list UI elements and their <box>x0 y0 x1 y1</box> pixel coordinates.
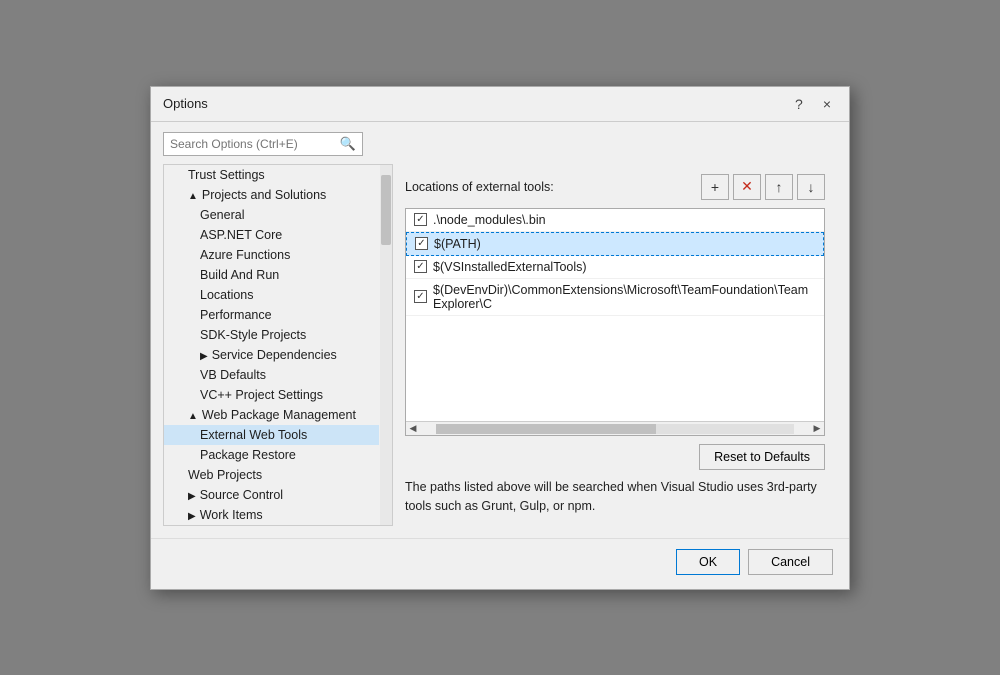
sidebar-item-work-items[interactable]: ▶ Work Items <box>164 505 379 525</box>
list-item-label: $(PATH) <box>434 237 481 251</box>
move-down-button[interactable]: ↓ <box>797 174 825 200</box>
dialog-title: Options <box>163 96 208 111</box>
sidebar-item-label: Projects and Solutions <box>202 188 326 202</box>
sidebar: Trust Settings ▲ Projects and Solutions Gen… <box>163 164 393 526</box>
expand-icon: ▶ <box>188 511 196 522</box>
sidebar-item-label: General <box>200 208 244 222</box>
help-button[interactable]: ? <box>789 95 809 113</box>
sidebar-item-asp-net-core[interactable]: ASP.NET Core <box>164 225 379 245</box>
search-icon: 🔍 <box>340 136 356 152</box>
list-item-checkbox[interactable] <box>415 237 428 250</box>
expand-icon: ▲ <box>188 191 198 202</box>
list-item-checkbox[interactable] <box>414 260 427 273</box>
description-text: The paths listed above will be searched … <box>405 478 825 516</box>
horizontal-scrollbar[interactable]: ◀ ▶ <box>406 421 824 435</box>
list-item-label: .\node_modules\.bin <box>433 213 546 227</box>
list-item-label: $(DevEnvDir)\CommonExtensions\Microsoft\… <box>433 283 816 311</box>
ok-button[interactable]: OK <box>676 549 740 575</box>
expand-icon: ▲ <box>188 411 198 422</box>
sidebar-item-web-package-management[interactable]: ▲ Web Package Management <box>164 405 379 425</box>
sidebar-item-label: SDK-Style Projects <box>200 328 306 342</box>
sidebar-item-performance[interactable]: Performance <box>164 305 379 325</box>
sidebar-item-external-web-tools[interactable]: External Web Tools <box>164 425 379 445</box>
list-item[interactable]: $(PATH) <box>406 232 824 256</box>
sidebar-item-label: Web Projects <box>188 468 262 482</box>
search-row: 🔍 <box>163 132 363 156</box>
scrollbar-thumb[interactable] <box>436 424 656 434</box>
sidebar-item-label: Web Package Management <box>202 408 356 422</box>
list-item[interactable]: .\node_modules\.bin <box>406 209 824 232</box>
reset-row: Reset to Defaults <box>405 444 825 470</box>
cancel-button[interactable]: Cancel <box>748 549 833 575</box>
sidebar-item-label: Azure Functions <box>200 248 290 262</box>
add-button[interactable]: + <box>701 174 729 200</box>
locations-label: Locations of external tools: <box>405 180 554 194</box>
sidebar-item-package-restore[interactable]: Package Restore <box>164 445 379 465</box>
dialog-footer: OK Cancel <box>151 538 849 589</box>
sidebar-item-service-dependencies[interactable]: ▶ Service Dependencies <box>164 345 379 365</box>
list-scroll-area: .\node_modules\.bin $(PATH) $(VSInstalledE… <box>406 209 824 422</box>
list-item[interactable]: $(DevEnvDir)\CommonExtensions\Microsoft\… <box>406 279 824 316</box>
reset-button[interactable]: Reset to Defaults <box>699 444 825 470</box>
sidebar-item-vc-project-settings[interactable]: VC++ Project Settings <box>164 385 379 405</box>
sidebar-item-label: External Web Tools <box>200 428 307 442</box>
close-button[interactable]: × <box>817 95 837 113</box>
sidebar-item-label: VB Defaults <box>200 368 266 382</box>
title-bar: Options ? × <box>151 87 849 122</box>
delete-button[interactable]: ✕ <box>733 174 761 200</box>
sidebar-item-label: Work Items <box>200 508 263 522</box>
list-area: .\node_modules\.bin $(PATH) $(VSInstalledE… <box>405 208 825 437</box>
sidebar-item-azure-functions[interactable]: Azure Functions <box>164 245 379 265</box>
options-dialog: Options ? × 🔍 Trust Settings ▲ Projects an… <box>150 86 850 590</box>
sidebar-item-label: Package Restore <box>200 448 296 462</box>
list-item-checkbox[interactable] <box>414 290 427 303</box>
main-area: Trust Settings ▲ Projects and Solutions Gen… <box>163 164 837 526</box>
sidebar-item-vb-defaults[interactable]: VB Defaults <box>164 365 379 385</box>
sidebar-item-label: Locations <box>200 288 254 302</box>
sidebar-item-general[interactable]: General <box>164 205 379 225</box>
dialog-body: 🔍 Trust Settings ▲ Projects and Solutions G… <box>151 122 849 538</box>
toolbar-buttons: + ✕ ↑ ↓ <box>701 174 825 200</box>
right-panel: Locations of external tools: + ✕ ↑ ↓ .\n… <box>393 164 837 526</box>
scroll-left-arrow[interactable]: ◀ <box>406 422 420 436</box>
sidebar-item-label: Performance <box>200 308 272 322</box>
sidebar-item-build-and-run[interactable]: Build And Run <box>164 265 379 285</box>
move-up-button[interactable]: ↑ <box>765 174 793 200</box>
toolbar-row: Locations of external tools: + ✕ ↑ ↓ <box>405 174 825 200</box>
scroll-right-arrow[interactable]: ▶ <box>810 422 824 436</box>
sidebar-item-label: Service Dependencies <box>212 348 337 362</box>
search-input[interactable] <box>170 137 340 151</box>
sidebar-item-sdk-style-projects[interactable]: SDK-Style Projects <box>164 325 379 345</box>
sidebar-item-label: Trust Settings <box>188 168 265 182</box>
list-item-label: $(VSInstalledExternalTools) <box>433 260 587 274</box>
sidebar-item-web-projects[interactable]: Web Projects <box>164 465 379 485</box>
sidebar-item-label: Build And Run <box>200 268 279 282</box>
sidebar-item-projects-solutions[interactable]: ▲ Projects and Solutions <box>164 185 379 205</box>
list-item-checkbox[interactable] <box>414 213 427 226</box>
sidebar-item-locations[interactable]: Locations <box>164 285 379 305</box>
expand-icon: ▶ <box>188 491 196 502</box>
sidebar-item-source-control[interactable]: ▶ Source Control <box>164 485 379 505</box>
title-bar-buttons: ? × <box>789 95 837 113</box>
sidebar-item-label: Source Control <box>200 488 283 502</box>
sidebar-item-label: ASP.NET Core <box>200 228 282 242</box>
sidebar-item-label: VC++ Project Settings <box>200 388 323 402</box>
expand-icon: ▶ <box>200 351 208 362</box>
list-item[interactable]: $(VSInstalledExternalTools) <box>406 256 824 279</box>
sidebar-item-trust-settings[interactable]: Trust Settings <box>164 165 379 185</box>
